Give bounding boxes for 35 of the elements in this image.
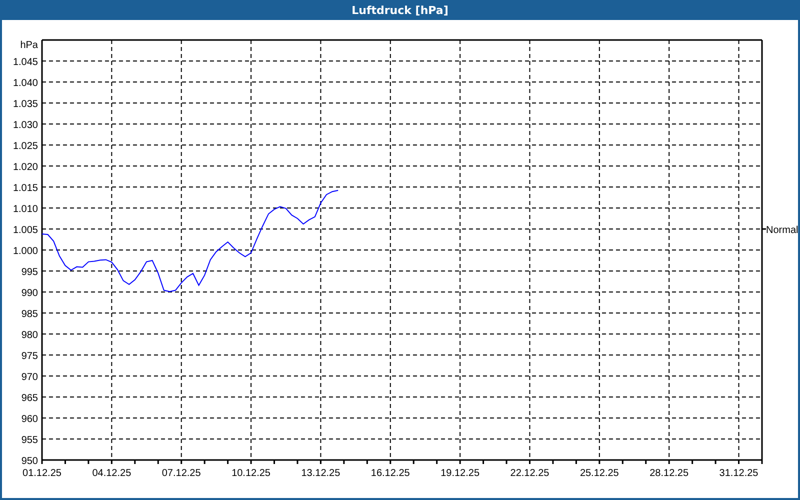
chart-title: Luftdruck [hPa] [352,4,448,16]
y-tick-label: 1.035 [12,99,38,110]
y-tick-label: 955 [21,435,38,446]
x-tick-label: 19.12.25 [440,468,480,479]
annotation-tick [762,228,766,230]
y-tick-label: 1.045 [12,57,38,68]
y-tick-label: 950 [21,456,38,467]
y-tick-label: 1.000 [12,246,38,257]
y-tick-label: 1.005 [12,225,38,236]
x-tick-label: 22.12.25 [510,468,550,479]
x-tick-label: 25.12.25 [580,468,619,479]
y-tick-label: 975 [21,351,38,362]
y-tick-label: 970 [21,372,38,383]
x-tick-label: 10.12.25 [232,468,270,479]
x-tick-label: 13.12.25 [301,468,340,479]
y-tick-label: 1.040 [12,78,38,89]
y-tick-label: 1.020 [12,162,38,173]
y-tick-label: 1.015 [12,183,38,194]
x-tick-label: 16.12.25 [370,468,410,479]
x-tick-label: 31.12.25 [719,468,758,479]
y-tick-label: 995 [21,267,38,278]
y-tick-label: 965 [21,393,38,404]
y-axis-label: hPa [20,40,38,51]
y-tick-label: 990 [21,288,38,299]
y-tick-label: 1.010 [12,204,38,215]
y-tick-label: 980 [21,330,38,341]
y-tick-label: 1.025 [12,141,38,152]
y-tick-label: 1.030 [12,120,38,131]
x-tick-label: 07.12.25 [162,468,201,479]
x-tick-label: 28.12.25 [650,468,689,479]
y-tick-label: 960 [21,414,38,425]
x-tick-label: 01.12.25 [22,468,62,479]
annotation-label: Normal [766,225,798,236]
y-tick-label: 985 [21,309,38,320]
x-tick-label: 04.12.25 [92,468,132,479]
